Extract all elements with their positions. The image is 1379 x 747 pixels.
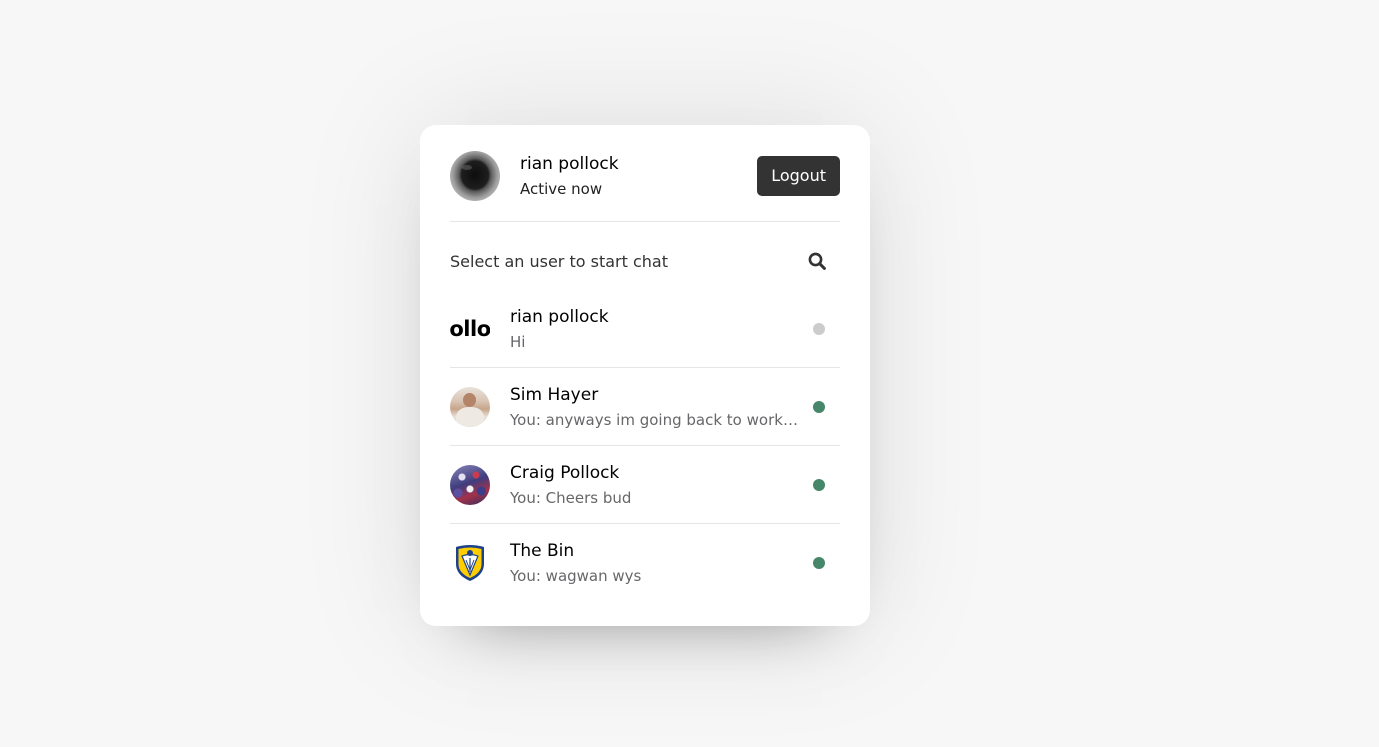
user-avatar: [450, 543, 490, 583]
current-user-name: rian pollock: [520, 153, 619, 174]
chat-users-panel: rian pollock Active now Logout Select an…: [420, 125, 870, 626]
user-details: The Bin You: wagwan wys: [510, 539, 641, 587]
avatar-image-text: ollo: [450, 316, 490, 341]
user-last-message: You: Cheers bud: [510, 488, 632, 507]
search-prompt: Select an user to start chat: [450, 251, 668, 271]
user-last-message: You: anyways im going back to work now: [510, 410, 802, 429]
offline-status-dot: [813, 322, 825, 335]
current-user-details: rian pollock Active now: [520, 152, 619, 200]
user-content: Craig Pollock You: Cheers bud: [450, 461, 631, 509]
search-bar: Select an user to start chat: [450, 242, 840, 280]
user-name: Sim Hayer: [510, 384, 599, 405]
user-avatar: [450, 386, 490, 427]
user-list-item[interactable]: The Bin You: wagwan wys: [450, 524, 840, 602]
user-avatar: ollo: [450, 308, 490, 349]
user-details: Sim Hayer You: anyways im going back to …: [510, 383, 802, 431]
users-list: ollo rian pollock Hi Sim Hayer You: anyw…: [450, 290, 840, 602]
online-status-dot: [813, 478, 825, 491]
user-content: The Bin You: wagwan wys: [450, 539, 641, 587]
club-crest-icon: [456, 545, 484, 581]
user-last-message: Hi: [510, 332, 526, 351]
user-content: Sim Hayer You: anyways im going back to …: [450, 383, 802, 431]
user-list-item[interactable]: Sim Hayer You: anyways im going back to …: [450, 368, 840, 446]
current-user-status: Active now: [520, 179, 603, 198]
user-list-item[interactable]: ollo rian pollock Hi: [450, 290, 840, 368]
logout-button[interactable]: Logout: [757, 155, 840, 196]
search-icon: [808, 252, 826, 270]
current-user-profile: rian pollock Active now: [450, 150, 619, 201]
user-name: The Bin: [510, 541, 575, 561]
user-avatar: [450, 464, 490, 505]
profile-header: rian pollock Active now Logout: [450, 150, 840, 222]
user-details: rian pollock Hi: [510, 305, 609, 353]
search-button[interactable]: [804, 248, 830, 274]
user-list-item[interactable]: Craig Pollock You: Cheers bud: [450, 446, 840, 524]
user-name: rian pollock: [510, 306, 609, 327]
user-details: Craig Pollock You: Cheers bud: [510, 461, 631, 509]
online-status-dot: [813, 400, 825, 413]
user-name: Craig Pollock: [510, 462, 620, 483]
user-last-message: You: wagwan wys: [510, 567, 642, 585]
user-content: ollo rian pollock Hi: [450, 305, 609, 353]
online-status-dot: [813, 557, 825, 569]
current-user-avatar: [450, 150, 500, 201]
